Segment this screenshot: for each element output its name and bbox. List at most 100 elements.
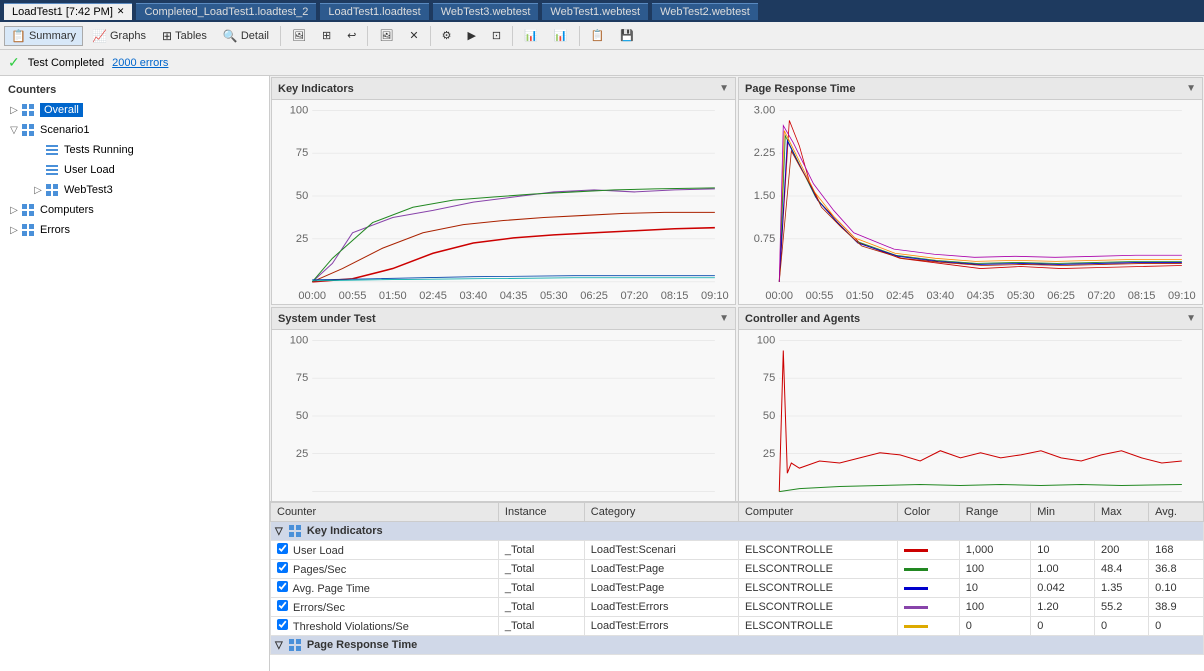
key-indicators-panel: Key Indicators ▼ (271, 77, 736, 305)
min-4: 1.20 (1031, 598, 1095, 617)
tables-button[interactable]: ⊞ Tables (155, 26, 214, 46)
toolbar-separator-2 (367, 26, 368, 46)
svg-text:04:35: 04:35 (967, 500, 995, 501)
max-1: 200 (1095, 541, 1149, 560)
toolbar-icon-btn-6[interactable]: ⚙ (435, 26, 459, 45)
system-under-test-body: 100 75 50 25 00:00 00:55 01:50 02:45 03:… (272, 330, 735, 501)
toolbar-copy-btn[interactable]: 📋 (584, 26, 612, 45)
tab-completed[interactable]: Completed_LoadTest1.loadtest_2 (136, 3, 316, 20)
system-under-test-expand[interactable]: ▼ (719, 313, 729, 324)
key-indicators-body: 100 75 50 25 (272, 100, 735, 304)
color-3 (897, 579, 959, 598)
summary-icon: 📋 (11, 29, 26, 43)
svg-text:50: 50 (296, 410, 308, 422)
data-table-container: Counter Instance Category Computer Color… (270, 501, 1204, 671)
key-indicators-chart: 100 75 50 25 (272, 100, 735, 304)
toolbar-excel-btn-1[interactable]: 📊 (517, 26, 545, 45)
toolbar-save-btn[interactable]: 💾 (613, 26, 641, 45)
svg-text:100: 100 (290, 335, 308, 347)
tab-close-icon[interactable]: ✕ (117, 6, 125, 17)
avg-1: 168 (1149, 541, 1204, 560)
color-5 (897, 617, 959, 636)
controller-agents-expand[interactable]: ▼ (1186, 313, 1196, 324)
col-max: Max (1095, 503, 1149, 522)
svg-text:1.50: 1.50 (754, 190, 776, 202)
svg-text:75: 75 (763, 372, 775, 384)
grid-icon: ⊞ (322, 29, 331, 42)
page-response-panel: Page Response Time ▼ 3.00 2.25 (738, 77, 1203, 305)
svg-text:02:45: 02:45 (419, 290, 447, 302)
svg-text:100: 100 (757, 335, 775, 347)
tab-loadtest1b[interactable]: LoadTest1.loadtest (320, 3, 428, 20)
counter-errors-sec: Errors/Sec (271, 598, 499, 617)
svg-text:25: 25 (296, 448, 308, 460)
double-icon: ⊡ (492, 29, 501, 42)
system-under-test-title: System under Test (278, 313, 376, 325)
graphs-label: Graphs (110, 30, 146, 42)
tree-item-scenario1[interactable]: ▽ Scenario1 (0, 120, 269, 140)
grid-icon-scenario1 (20, 122, 36, 138)
svg-text:00:55: 00:55 (806, 290, 834, 302)
toolbar-icon-btn-4[interactable]: 🖼 (372, 26, 400, 45)
toolbar-excel-btn-2[interactable]: 📊 (547, 26, 575, 45)
computer-2: ELSCONTROLLE (738, 560, 897, 579)
toolbar-separator-3 (430, 26, 431, 46)
svg-text:07:20: 07:20 (1088, 290, 1116, 302)
toolbar-icon-btn-5[interactable]: ✕ (402, 26, 425, 45)
key-indicators-expand[interactable]: ▼ (719, 83, 729, 94)
controller-agents-body: 100 75 50 25 00:00 00:55 01:50 02:45 (739, 330, 1202, 501)
max-2: 48.4 (1095, 560, 1149, 579)
svg-text:02:45: 02:45 (886, 500, 914, 501)
key-indicators-header: Key Indicators ▼ (272, 78, 735, 100)
tab-loadtest1[interactable]: LoadTest1 [7:42 PM] ✕ (4, 3, 132, 20)
right-panel: Key Indicators ▼ (270, 76, 1204, 671)
col-instance: Instance (498, 503, 584, 522)
range-4: 100 (959, 598, 1030, 617)
row-checkbox-4[interactable] (277, 600, 288, 611)
svg-text:3.00: 3.00 (754, 104, 776, 116)
toolbar-icon-btn-7[interactable]: ▶ (460, 26, 482, 45)
toolbar-icon-btn-8[interactable]: ⊡ (485, 26, 508, 45)
col-computer: Computer (738, 503, 897, 522)
errors-link[interactable]: 2000 errors (112, 57, 168, 69)
tree-item-computers[interactable]: ▷ Computers (0, 200, 269, 220)
toolbar-icon-btn-2[interactable]: ⊞ (315, 26, 338, 45)
tree-item-errors[interactable]: ▷ Errors (0, 220, 269, 240)
toolbar-icon-btn-1[interactable]: 🖼 (285, 26, 313, 45)
row-checkbox-3[interactable] (277, 581, 288, 592)
row-checkbox-5[interactable] (277, 619, 288, 630)
svg-text:04:35: 04:35 (500, 500, 528, 501)
svg-text:04:35: 04:35 (967, 290, 995, 302)
charts-bottom-row: System under Test ▼ 100 75 (270, 306, 1204, 501)
tree-item-tests-running[interactable]: Tests Running (0, 140, 269, 160)
gear-icon: ⚙ (442, 29, 452, 42)
tree-item-webtest3[interactable]: ▷ WebTest3 (0, 180, 269, 200)
tree-item-user-load[interactable]: User Load (0, 160, 269, 180)
section-expand-page-response[interactable]: ▽ (275, 640, 283, 651)
graphs-button[interactable]: 📈 Graphs (85, 26, 153, 46)
detail-icon: 🔍 (223, 29, 238, 43)
summary-button[interactable]: 📋 Summary (4, 26, 83, 46)
counters-header: Counters (0, 80, 269, 100)
tree-item-overall[interactable]: ▷ Overall (0, 100, 269, 120)
tab-webtest2[interactable]: WebTest2.webtest (652, 3, 758, 20)
tab-webtest1[interactable]: WebTest1.webtest (542, 3, 648, 20)
svg-text:05:30: 05:30 (1007, 500, 1035, 501)
svg-text:07:20: 07:20 (1088, 500, 1116, 501)
controller-agents-title: Controller and Agents (745, 313, 860, 325)
row-checkbox-2[interactable] (277, 562, 288, 573)
detail-button[interactable]: 🔍 Detail (216, 26, 276, 46)
row-checkbox-1[interactable] (277, 543, 288, 554)
webtest3-label: WebTest3 (64, 184, 113, 196)
page-response-expand[interactable]: ▼ (1186, 83, 1196, 94)
instance-5: _Total (498, 617, 584, 636)
grid-icon-computers (20, 202, 36, 218)
img-icon: 🖼 (292, 29, 306, 42)
section-expand-key-indicators[interactable]: ▽ (275, 526, 283, 537)
system-under-test-header: System under Test ▼ (272, 308, 735, 330)
col-color: Color (897, 503, 959, 522)
tab-webtest3[interactable]: WebTest3.webtest (433, 3, 539, 20)
toolbar-separator-5 (579, 26, 580, 46)
toolbar-icon-btn-3[interactable]: ↩ (340, 26, 363, 45)
category-1: LoadTest:Scenari (584, 541, 738, 560)
